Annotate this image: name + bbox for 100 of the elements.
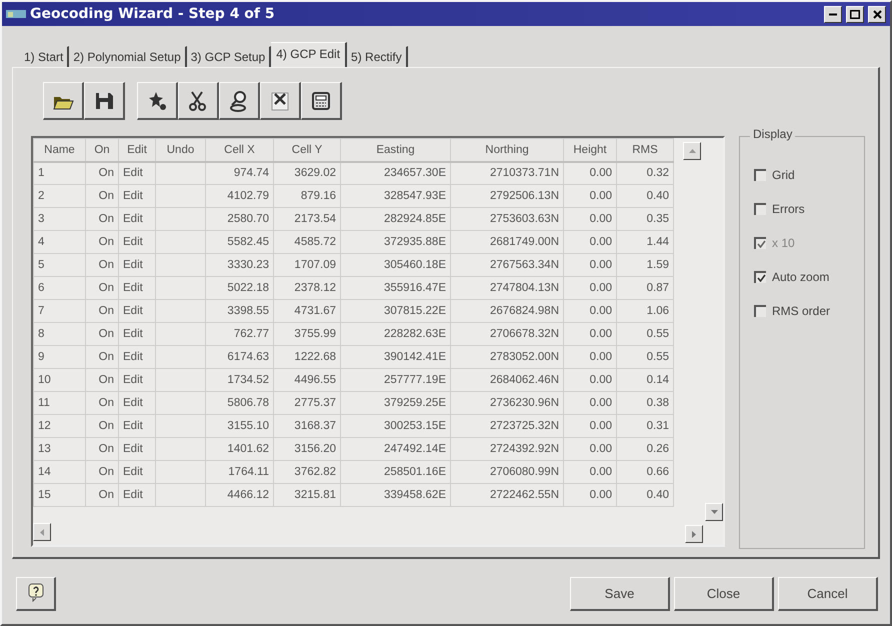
checkbox[interactable]: Errors (754, 199, 854, 219)
tab[interactable]: 4) GCP Edit (271, 42, 348, 67)
table-cell: 4496.55 (274, 368, 340, 392)
table-cell: 0.31 (616, 414, 674, 438)
table-cell: 4466.12 (206, 484, 274, 506)
table-cell: 0.35 (616, 208, 674, 230)
table-cell: 2681749.00N (450, 230, 564, 254)
table-cell: 8 (34, 322, 86, 346)
table-cell: 4731.67 (274, 300, 340, 322)
table-cell: 1764.11 (206, 460, 274, 484)
table-cell: 300253.15E (340, 414, 450, 438)
scroll-down-button[interactable] (705, 503, 723, 521)
checkbox[interactable]: Auto zoom (754, 267, 854, 287)
find-point-button[interactable] (219, 82, 260, 120)
table-cell: Edit (118, 162, 156, 184)
maximize-icon (850, 10, 860, 18)
table-cell: 2736230.96N (450, 392, 564, 414)
column-header[interactable]: Undo (156, 138, 206, 162)
table-cell: 0.00 (564, 484, 616, 506)
table-cell: Edit (118, 184, 156, 208)
table-cell: Edit (118, 414, 156, 438)
table-cell: On (86, 208, 118, 230)
scroll-left-button[interactable] (33, 523, 51, 541)
column-header[interactable]: Name (34, 138, 86, 162)
table-cell: 0.00 (564, 230, 616, 254)
table-cell: 1707.09 (274, 254, 340, 276)
table-cell: 2710373.71N (450, 162, 564, 184)
table-cell: 2775.37 (274, 392, 340, 414)
save-button[interactable] (84, 82, 125, 120)
table-cell: 305460.18E (340, 254, 450, 276)
maximize-button[interactable] (846, 6, 864, 22)
table-cell: 974.74 (206, 162, 274, 184)
column-header[interactable]: Cell Y (274, 138, 340, 162)
table-cell: 2753603.63N (450, 208, 564, 230)
group-title: Display (750, 127, 796, 141)
table-cell: On (86, 460, 118, 484)
table-cell: 0.87 (616, 276, 674, 300)
table-cell: 12 (34, 414, 86, 438)
table-cell: 2767563.34N (450, 254, 564, 276)
table-cell: 3330.23 (206, 254, 274, 276)
table-cell: Edit (118, 208, 156, 230)
table-cell: 3629.02 (274, 162, 340, 184)
delete-all-button[interactable] (260, 82, 301, 120)
table-cell: 0.00 (564, 300, 616, 322)
table-cell: 4 (34, 230, 86, 254)
column-header[interactable]: Cell X (206, 138, 274, 162)
table-cell: On (86, 346, 118, 368)
table-cell: 0.00 (564, 208, 616, 230)
scroll-right-button[interactable] (685, 525, 703, 543)
right-arrow-icon (692, 530, 696, 538)
open-folder-button[interactable] (43, 82, 84, 120)
help-button[interactable] (16, 577, 56, 611)
table-cell: 258501.16E (340, 460, 450, 484)
dialog-button[interactable]: Cancel (778, 577, 878, 611)
table-cell: 4102.79 (206, 184, 274, 208)
table-cell: 2173.54 (274, 208, 340, 230)
table-cell: 5022.18 (206, 276, 274, 300)
scroll-up-button[interactable] (683, 142, 701, 160)
table-cell: Edit (118, 438, 156, 460)
checkbox[interactable]: RMS order (754, 301, 854, 321)
table-cell: 0.00 (564, 414, 616, 438)
table-cell: 307815.22E (340, 300, 450, 322)
table-cell: Edit (118, 392, 156, 414)
close-button[interactable] (868, 6, 886, 22)
calculator-button[interactable] (301, 82, 342, 120)
table-cell: Edit (118, 254, 156, 276)
dialog-button[interactable]: Save (570, 577, 670, 611)
table-cell: 3 (34, 208, 86, 230)
column-header[interactable]: Northing (450, 138, 564, 162)
column-header[interactable]: Height (564, 138, 616, 162)
table-cell: 0.00 (564, 254, 616, 276)
table-cell: 328547.93E (340, 184, 450, 208)
left-arrow-icon (40, 528, 44, 536)
table-cell: 10 (34, 368, 86, 392)
table-cell: 0.40 (616, 484, 674, 506)
table-cell: 1.59 (616, 254, 674, 276)
table-cell: 0.00 (564, 276, 616, 300)
column-header[interactable]: Easting (340, 138, 450, 162)
minimize-button[interactable] (824, 6, 842, 22)
dialog-button[interactable]: Close (674, 577, 774, 611)
table-cell: 2722462.55N (450, 484, 564, 506)
table-cell: 3156.20 (274, 438, 340, 460)
app-icon (6, 8, 26, 20)
column-header[interactable]: On (86, 138, 118, 162)
column-header[interactable]: RMS (616, 138, 674, 162)
check-icon (756, 240, 766, 248)
table-cell: 5 (34, 254, 86, 276)
table-cell: On (86, 322, 118, 346)
checkbox[interactable]: Grid (754, 165, 854, 185)
table-cell: 5582.45 (206, 230, 274, 254)
table-cell: On (86, 162, 118, 184)
table-cell: 355916.47E (340, 276, 450, 300)
table-cell: 234657.30E (340, 162, 450, 184)
table-cell: 339458.62E (340, 484, 450, 506)
add-point-button[interactable] (137, 82, 178, 120)
column-header[interactable]: Edit (118, 138, 156, 162)
table-cell: 2676824.98N (450, 300, 564, 322)
table-cell: 228282.63E (340, 322, 450, 346)
check-icon (756, 274, 766, 282)
delete-point-button[interactable] (178, 82, 219, 120)
